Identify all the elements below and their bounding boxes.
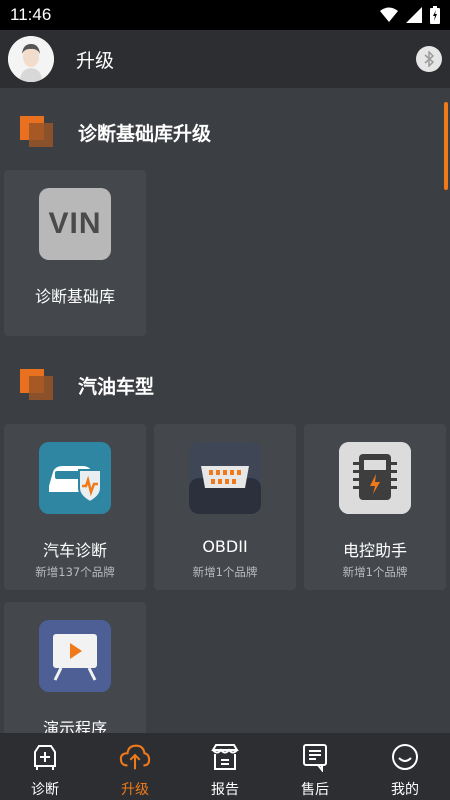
section-header-gasoline: 汽油车型 [0,369,154,401]
nav-mine[interactable]: 我的 [360,733,450,800]
nav-label: 诊断 [31,782,59,798]
card-title: 演示程序 [42,719,107,733]
demo-program-icon [39,620,111,692]
section-header-base-library: 诊断基础库升级 [0,116,211,148]
card-subtitle: 新增1个品牌 [192,565,258,579]
section-title: 汽油车型 [78,375,155,398]
page-title: 升级 [76,49,115,72]
card-title: 诊断基础库 [34,287,115,306]
status-time: 11:46 [10,5,52,24]
bottom-nav: 诊断 升级 报告 售后 我的 [0,733,450,800]
avatar[interactable] [8,36,54,82]
vin-icon: VIN [39,188,111,260]
card-subtitle: 新增1个品牌 [342,565,408,579]
cloud-upload-icon [119,741,151,773]
card-ecu-helper[interactable]: 电控助手 新增1个品牌 [304,424,446,590]
battery-icon [430,6,440,24]
wifi-icon [380,7,398,22]
report-icon [209,741,241,773]
section-marker-icon [20,116,56,148]
status-bar: 11:46 [0,0,450,30]
nav-report[interactable]: 报告 [180,733,270,800]
bluetooth-icon [424,51,435,67]
card-car-diagnosis[interactable]: 汽车诊断 新增137个品牌 [4,424,146,590]
bluetooth-button[interactable] [416,46,442,72]
ecu-helper-icon [339,442,411,514]
diagnosis-icon [29,741,61,773]
app-header: 升级 [0,30,450,88]
card-title: 汽车诊断 [42,541,107,560]
section-marker-icon [20,369,56,401]
card-title: 电控助手 [342,541,407,560]
card-subtitle: 新增137个品牌 [35,565,115,579]
user-avatar-icon [8,36,54,82]
section-title: 诊断基础库升级 [78,122,212,145]
card-obdii[interactable]: OBDII 新增1个品牌 [154,424,296,590]
nav-label: 我的 [391,782,419,798]
smile-icon [389,741,421,773]
nav-after-sales[interactable]: 售后 [270,733,360,800]
status-icons [380,6,440,24]
scroll-indicator [444,102,448,190]
obd-connector-icon [189,442,261,514]
nav-label: 升级 [121,782,149,798]
nav-diagnosis[interactable]: 诊断 [0,733,90,800]
card-title: OBDII [202,537,248,556]
upgrade-content[interactable]: 诊断基础库升级 VIN 诊断基础库 汽油车型 汽车诊断 新增137个品牌 OBD… [0,88,450,733]
car-diagnosis-icon [39,442,111,514]
nav-upgrade[interactable]: 升级 [90,733,180,800]
signal-icon [406,7,422,23]
after-sales-icon [299,741,331,773]
card-demo-program[interactable]: 演示程序 [4,602,146,733]
nav-label: 报告 [211,782,239,798]
card-base-library[interactable]: VIN 诊断基础库 [4,170,146,336]
nav-label: 售后 [301,782,329,798]
